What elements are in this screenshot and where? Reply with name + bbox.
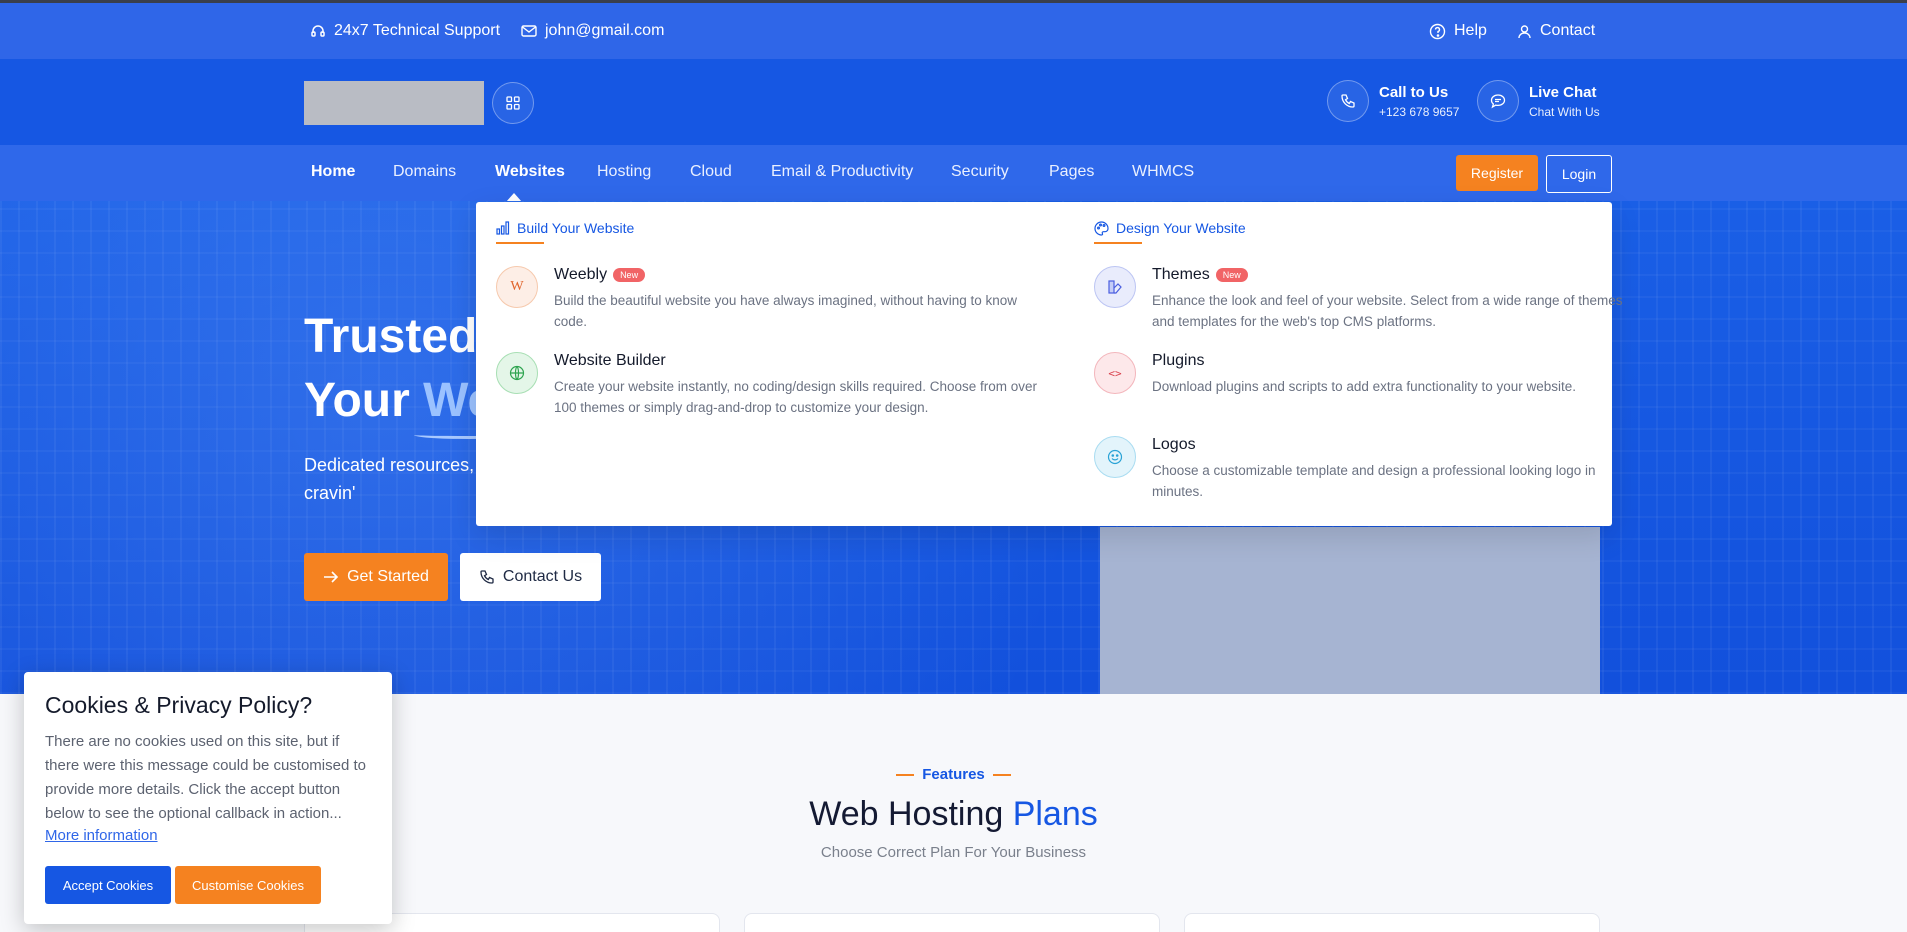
more-information-link[interactable]: More information xyxy=(45,827,158,844)
website-builder-title: Website Builder xyxy=(554,352,666,369)
contact-link[interactable]: Contact xyxy=(1517,22,1595,40)
phone-icon xyxy=(1327,80,1369,122)
design-website-heading: Design Your Website xyxy=(1094,220,1246,236)
nav-websites[interactable]: Websites xyxy=(495,163,565,181)
support-label: 24x7 Technical Support xyxy=(334,22,501,39)
nav-email-productivity[interactable]: Email & Productivity xyxy=(771,163,913,181)
help-link[interactable]: Help xyxy=(1429,22,1487,40)
chat-title: Live Chat xyxy=(1529,83,1597,101)
smiley-icon xyxy=(1094,436,1136,478)
headset-icon xyxy=(310,23,326,39)
cookie-consent-dialog: Cookies & Privacy Policy? There are no c… xyxy=(24,672,392,924)
apps-grid-button[interactable] xyxy=(492,82,534,124)
weebly-description: Build the beautiful website you have alw… xyxy=(554,293,1018,329)
nav-hosting[interactable]: Hosting xyxy=(597,163,651,181)
mail-icon xyxy=(521,24,537,38)
main-navbar: Home Domains Websites Hosting Cloud Emai… xyxy=(0,145,1907,202)
login-button[interactable]: Login xyxy=(1546,155,1612,193)
kicker-dash xyxy=(992,774,1011,777)
plugins-description: Download plugins and scripts to add extr… xyxy=(1152,379,1576,394)
hero-title-line2: Your We xyxy=(304,373,494,428)
weebly-icon: W xyxy=(496,266,538,308)
support-info: 24x7 Technical Support xyxy=(310,22,500,40)
websites-dropdown-menu: Build Your Website Design Your Website W… xyxy=(476,202,1623,526)
build-website-title: Build Your Website xyxy=(517,220,635,236)
palette-icon xyxy=(1094,220,1109,236)
accept-cookies-button[interactable]: Accept Cookies xyxy=(45,866,171,904)
globe-icon xyxy=(496,352,538,394)
customise-cookies-button[interactable]: Customise Cookies xyxy=(175,866,321,904)
plugins-title: Plugins xyxy=(1152,352,1205,369)
heading-underline xyxy=(1094,242,1142,244)
nav-pages[interactable]: Pages xyxy=(1049,163,1094,181)
plan-card[interactable] xyxy=(744,913,1160,932)
top-bar: 24x7 Technical Support john@gmail.com He… xyxy=(0,3,1907,59)
email-info[interactable]: john@gmail.com xyxy=(521,22,664,40)
chat-icon xyxy=(1477,80,1519,122)
new-badge: New xyxy=(1215,268,1248,282)
heading-underline xyxy=(496,242,544,244)
call-title: Call to Us xyxy=(1379,83,1449,101)
site-logo[interactable] xyxy=(304,81,484,125)
hero-title-line1: Trusted xyxy=(304,310,478,363)
call-to-us[interactable]: Call to Us +123 678 9657 xyxy=(1327,80,1459,122)
get-started-label: Get Started xyxy=(347,568,429,585)
weebly-title: Weebly xyxy=(554,266,608,283)
section-title-part-a: Web Hosting xyxy=(809,795,1013,833)
code-icon: <> xyxy=(1094,352,1136,394)
help-label: Help xyxy=(1454,22,1487,39)
contact-us-button[interactable]: Contact Us xyxy=(460,553,601,601)
build-website-heading: Build Your Website xyxy=(496,220,634,236)
grid-icon xyxy=(506,96,520,110)
phone-icon xyxy=(479,569,495,585)
hero-image-placeholder xyxy=(1100,527,1600,694)
help-icon xyxy=(1429,23,1446,40)
plan-card[interactable] xyxy=(1184,913,1600,932)
nav-cloud[interactable]: Cloud xyxy=(690,163,732,181)
header: Call to Us +123 678 9657 Live Chat Chat … xyxy=(0,59,1907,145)
new-badge: New xyxy=(613,268,646,282)
website-builder-description: Create your website instantly, no coding… xyxy=(554,379,1037,415)
section-title-highlight: Plans xyxy=(1012,795,1098,833)
themes-icon xyxy=(1094,266,1136,308)
bar-chart-icon xyxy=(496,221,510,235)
register-button[interactable]: Register xyxy=(1456,155,1538,191)
themes-description: Enhance the look and feel of your websit… xyxy=(1152,293,1623,329)
email-link[interactable]: john@gmail.com xyxy=(545,22,664,40)
call-number: +123 678 9657 xyxy=(1379,104,1460,119)
contact-us-label: Contact Us xyxy=(502,568,583,585)
contact-label: Contact xyxy=(1540,22,1596,39)
user-icon xyxy=(1517,24,1532,39)
design-website-title: Design Your Website xyxy=(1116,220,1246,236)
nav-domains[interactable]: Domains xyxy=(393,163,456,181)
chat-subtitle: Chat With Us xyxy=(1529,104,1600,119)
cookie-title: Cookies & Privacy Policy? xyxy=(45,692,313,718)
live-chat[interactable]: Live Chat Chat With Us xyxy=(1477,80,1600,122)
nav-whmcs[interactable]: WHMCS xyxy=(1132,163,1194,181)
cookie-text: There are no cookies used on this site, … xyxy=(45,733,366,822)
get-started-button[interactable]: Get Started xyxy=(304,553,448,601)
hero-title-part-a: Your xyxy=(304,374,424,427)
nav-home[interactable]: Home xyxy=(311,163,355,181)
themes-title: Themes xyxy=(1152,266,1210,283)
arrow-right-icon xyxy=(323,571,339,583)
logos-description: Choose a customizable template and desig… xyxy=(1152,463,1596,499)
kicker-dash xyxy=(896,774,915,777)
features-kicker-label: Features xyxy=(922,766,985,783)
logos-title: Logos xyxy=(1152,436,1196,453)
nav-security[interactable]: Security xyxy=(951,163,1009,181)
